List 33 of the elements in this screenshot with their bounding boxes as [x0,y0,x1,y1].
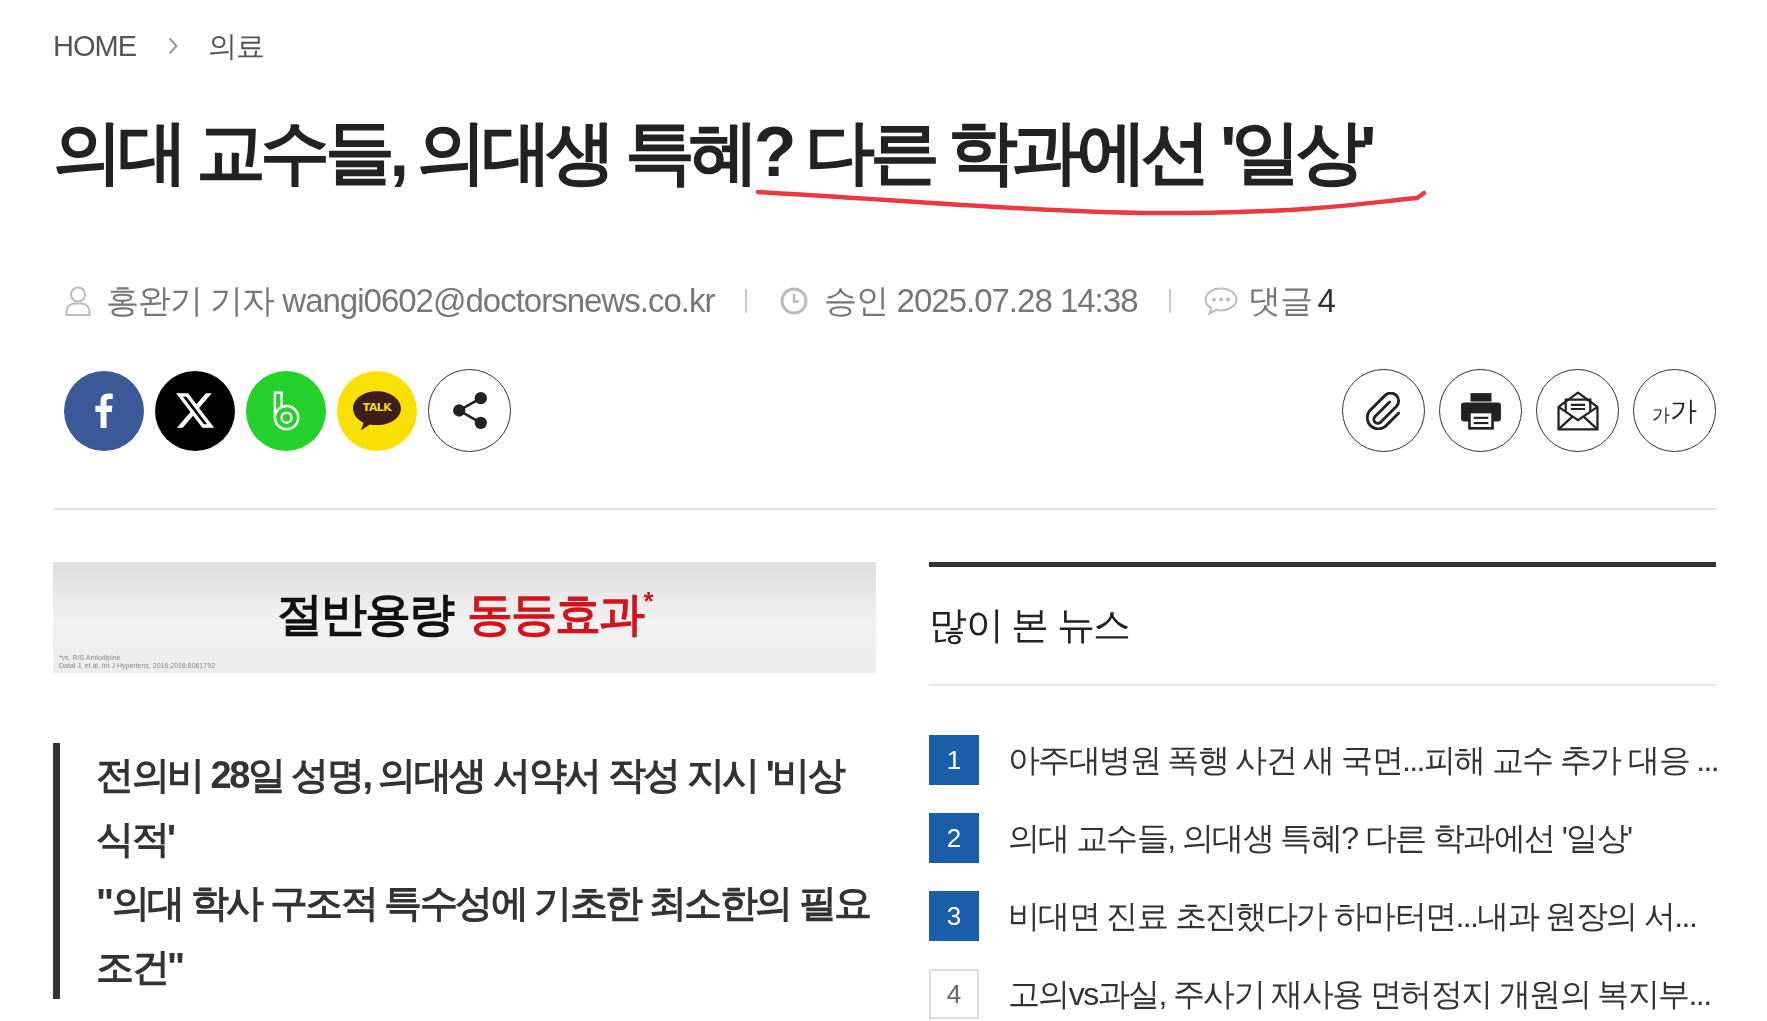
speech-bubble-icon [352,390,402,431]
x-logo-icon [176,393,214,428]
article-title: 의대 교수들, 의대생 특혜? 다른 학과에선 '일상' [53,112,1373,193]
kakaotalk-button[interactable]: TALK [337,370,417,451]
breadcrumb-link[interactable]: 의료 [208,28,264,64]
article-subtitle: 전의비 28일 성명, 의대생 서약서 작성 지시 '비상식적' [96,753,845,862]
rank-number: 3 [929,891,979,941]
rank-number: 1 [929,735,979,785]
ad-headline-highlight: 동등효과$^{*}$ [467,586,652,642]
news-link[interactable]: 비대면 진료 초진했다가 하마터면...내과 원장의 서... [1008,896,1697,936]
publish-date: 승인 2025.07.28 14:38 [824,281,1138,321]
byline: 홍완기 기자 wangi0602@doctorsnews.co.kr [106,281,715,321]
comments-link[interactable]: 댓글 4 [1203,280,1335,322]
breadcrumb-link[interactable]: HOME [53,28,136,64]
article-subtitle: "의대 학사 구조적 특수성에 기초한 최소한의 필요조건" [96,881,871,990]
rank-number: 4 [929,969,979,1019]
f-logo-icon [95,393,113,428]
news-link[interactable]: 고의vs과실, 주사기 재사용 면허정지 개원의 복지부... [1008,974,1711,1014]
envelope-icon [1556,390,1599,431]
ad-headline: 절반용량 [277,587,454,642]
speech-bubble-icon [1203,286,1238,316]
section-heading: 많이 본 뉴스 [929,603,1130,648]
clock-icon [780,287,809,315]
share-icon [451,391,488,430]
font-size-button[interactable]: 가가 [1633,369,1716,452]
b-logo-icon [272,390,300,431]
printer-icon [1459,391,1502,430]
paperclip-icon [1365,391,1402,430]
news-link[interactable]: 의대 교수들, 의대생 특혜? 다른 학과에선 '일상' [1008,818,1632,858]
chevron-right-icon [168,37,178,55]
person-icon [65,286,91,316]
rank-number: 2 [929,813,979,863]
news-link[interactable]: 아주대병원 폭행 사건 새 국면...피해 교수 추가 대응 ... [1008,740,1719,780]
